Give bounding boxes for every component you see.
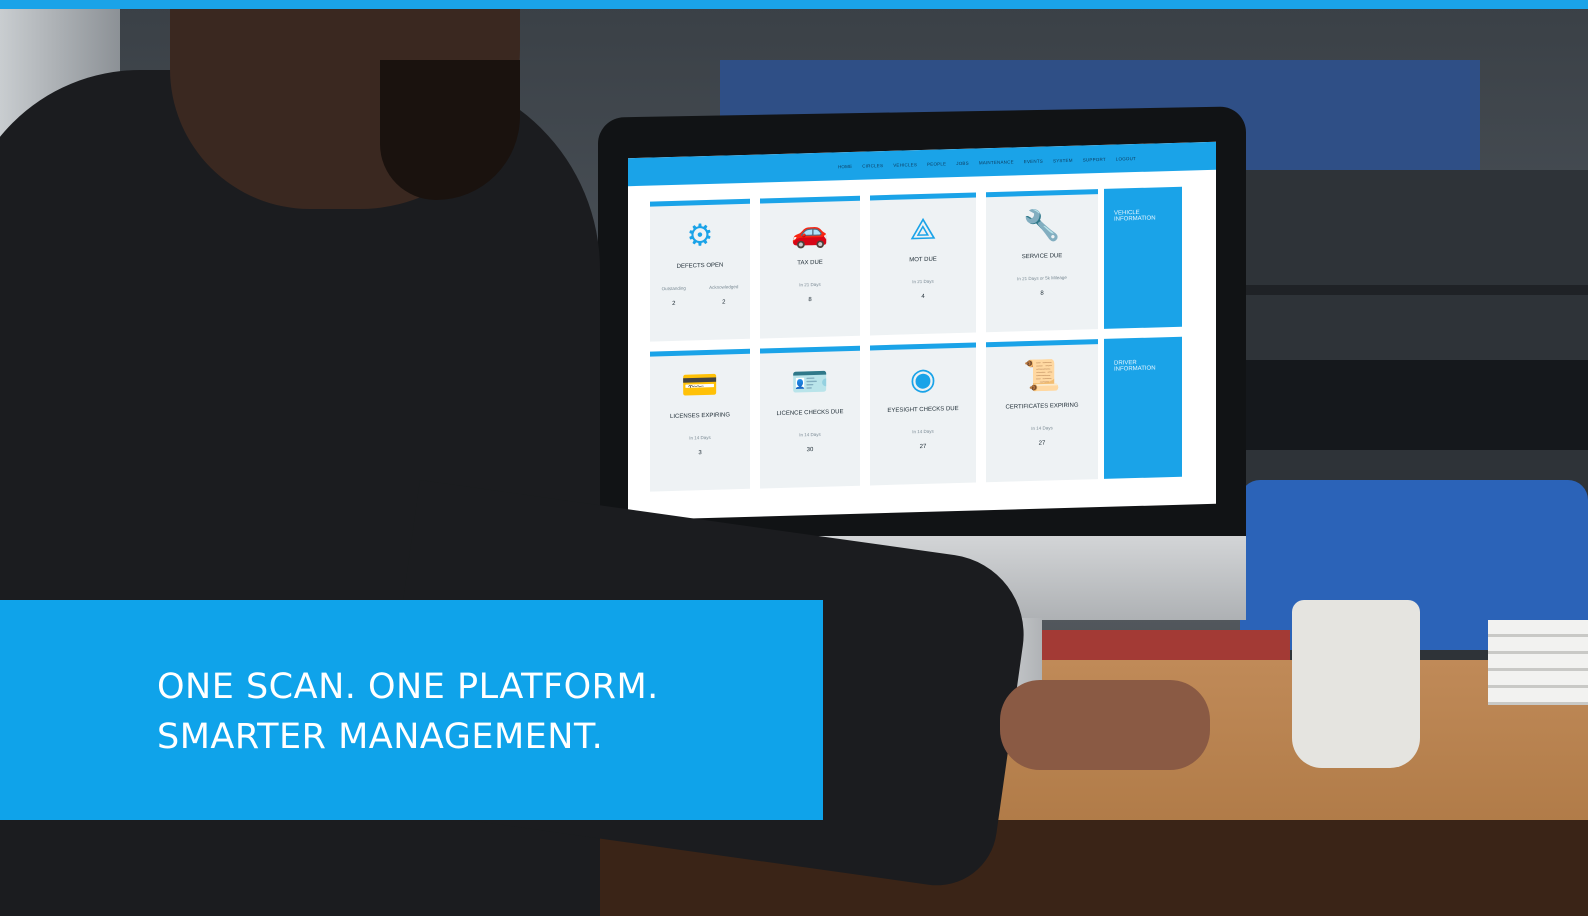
tile-title: LICENCE CHECKS DUE [776,409,844,418]
tile-defects-open: ⚙ DEFECTS OPEN Outstanding 2 Acknowledged… [650,198,750,342]
tile-value: 3 [698,450,702,457]
headline-line-1: ONE SCAN. ONE PLATFORM. [157,667,659,707]
tile-subtitle: In 21 Days [912,278,934,285]
tile-title: SERVICE DUE [1021,253,1063,261]
tile-title: LICENSES EXPIRING [669,412,731,421]
tile-certificates-expiring: 📜 CERTIFICATES EXPIRING In 14 Days 27 [986,339,1098,483]
driver-information-panel: DRIVER INFORMATION [1104,336,1182,479]
top-accent-bar [0,0,1588,9]
tile-value: 8 [1040,290,1044,297]
shelf-board [1240,285,1588,295]
monitor-screen: HOME CIRCLES VEHICLES PEOPLE JOBS MAINTE… [628,141,1216,521]
service-car-icon: 🔧 [1023,209,1061,244]
license-card-icon: 💳 [681,368,719,403]
nav-maintenance: MAINTENANCE [978,158,1014,165]
tile-service-due: 🔧 SERVICE DUE In 21 Days or 5k Mileage 8 [986,189,1098,333]
tile-value: 27 [919,443,927,451]
tile-subtitle: In 14 Days [1031,425,1053,431]
nav-logout: LOGOUT [1115,155,1136,162]
tile-value: 8 [808,297,812,304]
tile-title: CERTIFICATES EXPIRING [1005,402,1079,411]
nav-system: SYSTEM [1053,157,1073,163]
nav-vehicles: VEHICLES [893,161,918,168]
tile-value: 30 [806,447,814,454]
vehicle-information-panel: VEHICLE INFORMATION [1104,186,1182,329]
mot-triangle-icon: ⟁ [909,212,937,247]
tile-title: TAX DUE [797,259,823,267]
person-hand [1000,680,1210,770]
dashboard-tiles: ⚙ DEFECTS OPEN Outstanding 2 Acknowledged… [650,189,1098,492]
tile-title: MOT DUE [909,256,937,264]
tile-subtitle: In 14 Days [799,431,821,438]
gear-icon: ⚙ [686,218,714,253]
tile-mot-due: ⟁ MOT DUE In 21 Days 4 [870,192,976,336]
tile-value: 27 [1038,440,1046,447]
car-icon: 🚗 [791,215,829,250]
nav-home: HOME [837,163,853,169]
tile-subtitle: In 21 Days [799,281,821,288]
tile-licenses-expiring: 💳 LICENSES EXPIRING In 14 Days 3 [650,348,750,492]
nav-circles: CIRCLES [862,162,884,169]
eye-icon: ◉ [909,362,937,397]
nav-support: SUPPORT [1082,156,1106,163]
nav-jobs: JOBS [956,160,969,166]
tv-screen [1240,360,1588,450]
tile-subtitle: In 14 Days [912,428,934,435]
tile-title: DEFECTS OPEN [676,262,724,270]
headline-text: ONE SCAN. ONE PLATFORM. SMARTER MANAGEME… [157,662,659,762]
tile-title: EYESIGHT CHECKS DUE [887,405,959,414]
tile-eyesight-checks-due: ◉ EYESIGHT CHECKS DUE In 14 Days 27 [870,342,976,486]
certificate-icon: 📜 [1023,359,1061,394]
tile-tax-due: 🚗 TAX DUE In 21 Days 8 [760,195,860,339]
outstanding: Outstanding 2 [661,285,686,307]
id-card-icon: 🪪 [791,365,829,400]
nav-people: PEOPLE [927,160,947,167]
tile-pair: Outstanding 2 Acknowledged 2 [650,284,750,308]
tile-subtitle: In 14 Days [689,434,711,441]
acknowledged: Acknowledged 2 [709,284,739,306]
headline-line-2: SMARTER MANAGEMENT. [157,717,604,757]
tile-subtitle: In 21 Days or 5k Mileage [1017,274,1067,282]
tile-licence-checks-due: 🪪 LICENCE CHECKS DUE In 14 Days 30 [760,345,860,489]
coffee-cup [1292,600,1420,768]
nav-events: EVENTS [1023,158,1043,164]
tile-value: 4 [921,293,925,301]
book-stack [1488,620,1588,705]
